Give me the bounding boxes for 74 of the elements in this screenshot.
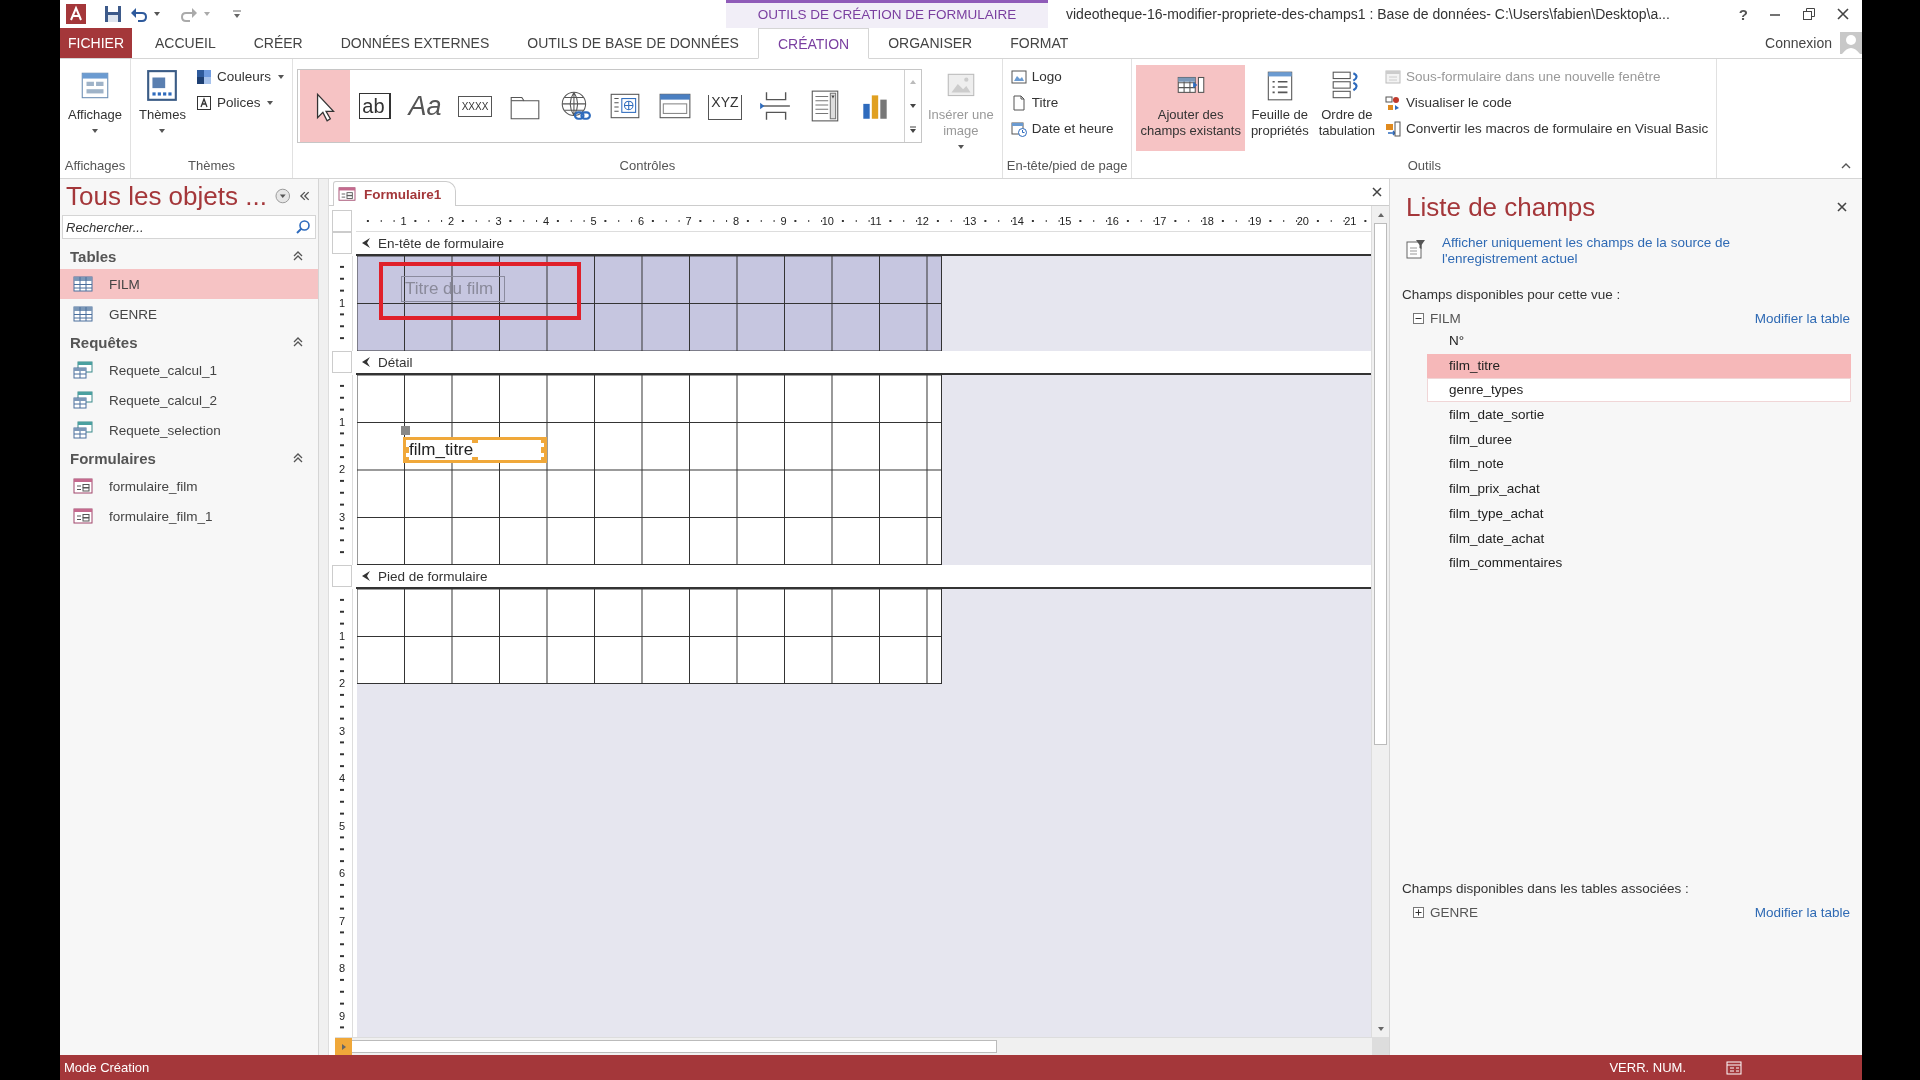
navigation-item[interactable]: GENRE [60,299,318,329]
ribbon-button[interactable]: Date et heure [1006,117,1118,140]
group-label: Thèmes [187,157,236,175]
navigation-item[interactable]: Requete_selection [60,415,318,445]
window-title: videotheque-16-modifier-propriete-des-champs1 : Base de données- C:\Users\fabien\Desktop\a... [1065,6,1671,22]
group-heading[interactable]: Formulaires [70,449,156,467]
group-label: En-tête/pied de page [1006,157,1128,175]
ribbon-tab[interactable]: ORGANISER [869,28,992,58]
pane-title: Tous les objets ... [66,180,267,212]
item-label: Requete_calcul_2 [109,392,218,408]
navigation-item[interactable]: Requete_calcul_1 [60,355,318,385]
item-label: Requete_selection [109,422,221,438]
ribbon-button[interactable]: Couleurs [191,65,288,88]
field-item[interactable]: genre_types [1427,378,1851,403]
document-tab[interactable]: Formulaire1 [333,181,457,206]
gallery-control-button[interactable]: Aa [399,70,450,142]
ribbon-button[interactable]: Ordre de tabulation [1314,65,1380,151]
sign-in-link[interactable]: Connexion [1765,28,1840,58]
field-item[interactable]: film_duree [1427,427,1851,452]
ribbon-tab[interactable]: ACCUEIL [136,28,235,58]
field-item[interactable]: N° [1427,329,1851,353]
navigation-item[interactable]: formulaire_film [60,471,318,501]
search-field[interactable]: Rechercher... [62,215,316,239]
ribbon-button[interactable]: Titre [1006,91,1118,114]
gallery-control-button[interactable]: XXXX [449,70,500,142]
ribbon-button[interactable]: Feuille de propriétés [1246,65,1313,151]
table-name[interactable]: GENRE [1430,904,1478,920]
item-label: FILM [109,276,140,292]
filter-link[interactable]: Afficher uniquement les champs de la source de l'enregistrement actuel [1442,235,1782,267]
gallery-control-button[interactable]: XYZ [699,70,750,142]
field-item[interactable]: film_date_sortie [1427,403,1851,428]
ribbon-button[interactable]: Convertir les macros de formulaire en Visual Basic [1381,117,1713,140]
field-item[interactable]: film_note [1427,452,1851,477]
group-label: Contrôles [618,157,677,175]
section-label: Champs disponibles dans les tables associées : [1402,881,1690,898]
help-button[interactable]: ? [1738,5,1748,23]
section-label: Champs disponibles pour cette vue : [1402,287,1622,304]
ribbon-button[interactable]: Ajouter des champs existants [1136,65,1245,151]
ribbon-tab[interactable]: OUTILS DE BASE DE DONNÉES [508,28,758,58]
table-name[interactable]: FILM [1430,310,1461,326]
ribbon-button[interactable]: Logo [1006,65,1118,88]
group-heading[interactable]: Tables [70,247,117,265]
ribbon-button[interactable]: Thèmes [134,65,190,151]
group-heading[interactable]: Requêtes [70,333,138,351]
ribbon-button[interactable]: Affichage [64,65,126,151]
ribbon-tab[interactable]: CRÉER [234,28,322,58]
edit-table-link[interactable]: Modifier la table [1754,310,1852,326]
gallery-control-button[interactable]: ab [349,70,400,142]
ribbon-button[interactable]: Visualiser le code [1381,91,1713,114]
ribbon-tab[interactable]: CRÉATION [757,28,870,59]
field-item[interactable]: film_prix_achat [1427,477,1851,502]
group-label: Affichages [64,157,126,175]
item-label: formulaire_film [109,478,198,494]
ribbon-tab[interactable]: FICHIER [60,28,132,58]
item-label: Requete_calcul_1 [109,362,218,378]
text-box-control[interactable]: film_titre [403,437,547,463]
navigation-item[interactable]: Requete_calcul_2 [60,385,318,415]
field-item[interactable]: film_commentaires [1427,551,1851,576]
navigation-item[interactable]: formulaire_film_1 [60,501,318,531]
field-item[interactable]: film_date_achat [1427,526,1851,551]
edit-table-link[interactable]: Modifier la table [1754,904,1852,920]
status-indicator: VERR. NUM. [1609,1060,1686,1075]
navigation-item[interactable]: FILM [60,269,318,299]
status-text: Mode Création [64,1060,150,1075]
ribbon-button[interactable]: Polices [191,91,288,114]
ribbon-tab[interactable]: DONNÉES EXTERNES [321,28,509,58]
contextual-tab-label: OUTILS DE CRÉATION DE FORMULAIRE [726,0,1048,28]
item-label: GENRE [109,306,157,322]
pane-title: Liste de champs [1405,191,1597,223]
ribbon-tab[interactable]: FORMAT [991,28,1088,58]
item-label: formulaire_film_1 [109,508,213,524]
group-label: Outils [1406,157,1442,175]
field-item[interactable]: film_titre [1427,353,1851,378]
field-item[interactable]: film_type_achat [1427,501,1851,526]
